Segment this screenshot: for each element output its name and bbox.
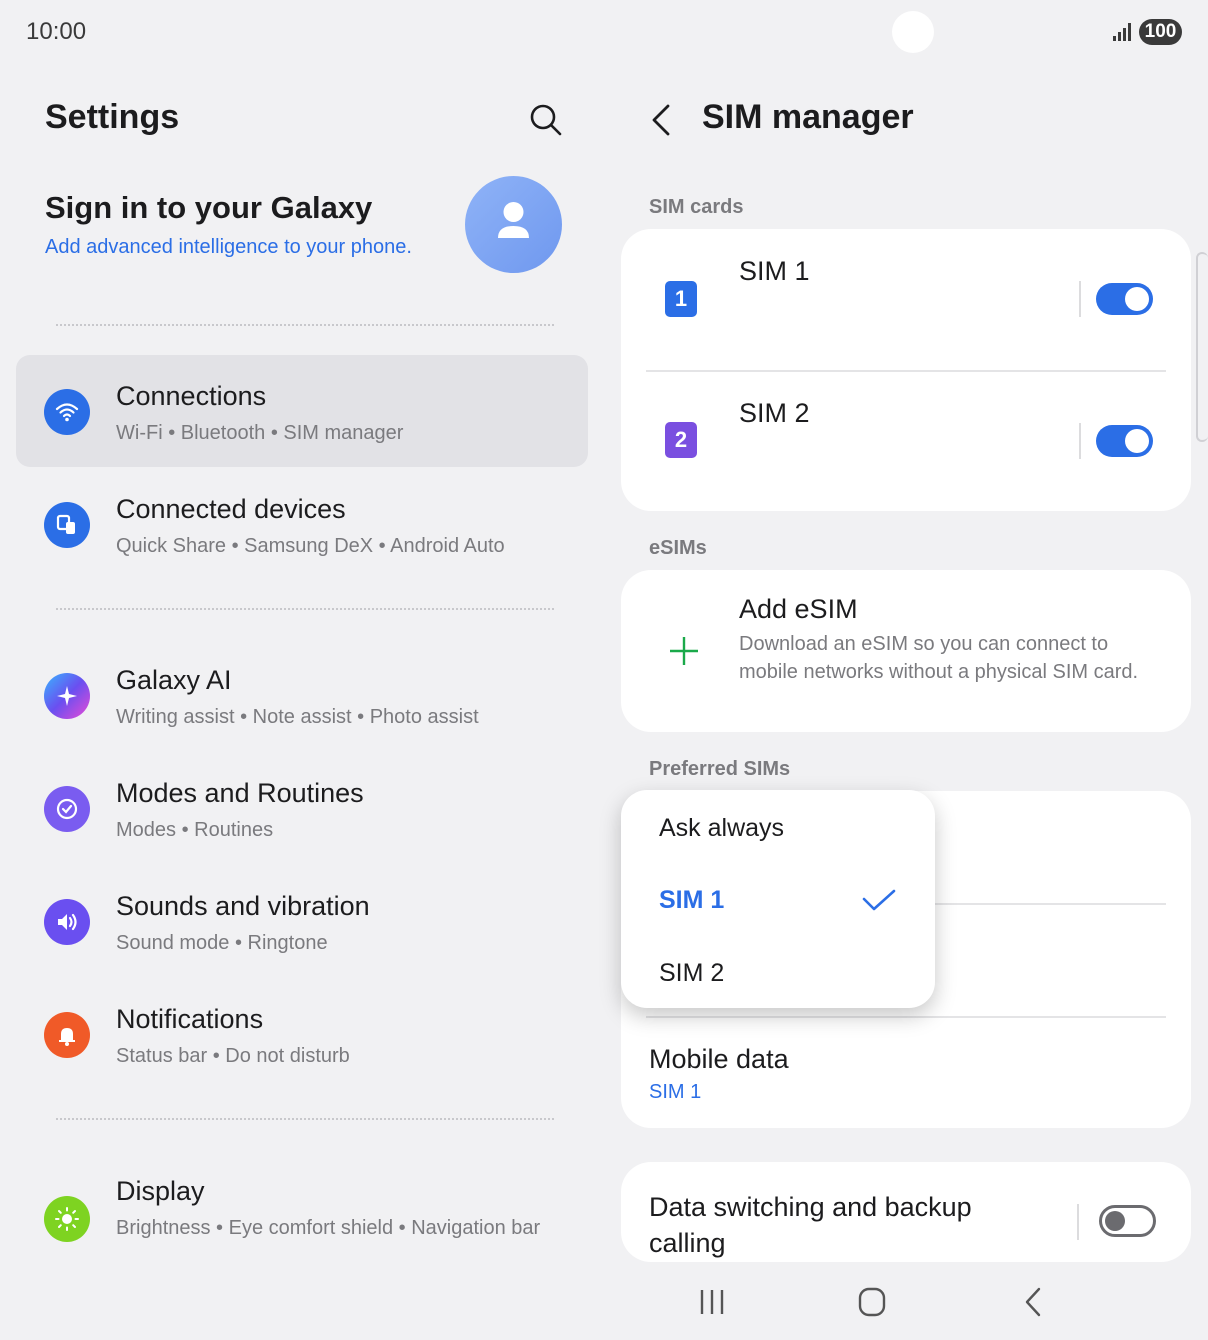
mobile-data-title[interactable]: Mobile data bbox=[649, 1044, 789, 1075]
wifi-icon bbox=[44, 389, 90, 435]
status-time: 10:00 bbox=[26, 18, 87, 45]
scrollbar[interactable] bbox=[1196, 252, 1208, 442]
separator bbox=[1077, 1204, 1079, 1240]
divider bbox=[56, 324, 554, 326]
person-icon bbox=[498, 202, 529, 238]
menu-item-title: Modes and Routines bbox=[116, 778, 364, 808]
check-icon bbox=[862, 889, 896, 911]
separator bbox=[1079, 281, 1081, 317]
mobile-data-value: SIM 1 bbox=[649, 1081, 702, 1103]
section-label-preferred: Preferred SIMs bbox=[649, 758, 791, 780]
add-esim-title: Add eSIM bbox=[739, 594, 858, 624]
menu-item-subtitle: Sound mode • Ringtone bbox=[116, 932, 328, 954]
divider bbox=[646, 1016, 1166, 1018]
routine-icon bbox=[44, 786, 90, 832]
option-sim-1[interactable]: SIM 1 bbox=[659, 886, 724, 915]
page-title: Settings bbox=[45, 98, 180, 136]
menu-item-subtitle: Quick Share • Samsung DeX • Android Auto bbox=[116, 535, 505, 557]
sim-2-icon: 2 bbox=[665, 422, 697, 458]
menu-item-title: Connected devices bbox=[116, 494, 346, 524]
preferred-sim-dropdown: Ask always SIM 1 SIM 2 bbox=[621, 790, 935, 1008]
menu-item-subtitle: Brightness • Eye comfort shield • Naviga… bbox=[116, 1217, 541, 1239]
section-label-sim-cards: SIM cards bbox=[649, 196, 744, 218]
data-switching-title: Data switching and backup calling bbox=[649, 1192, 972, 1258]
bell-icon bbox=[44, 1012, 90, 1058]
account-subtitle[interactable]: Add advanced intelligence to your phone. bbox=[45, 236, 412, 259]
sim-manager-title: SIM manager bbox=[702, 98, 914, 136]
menu-item-connections[interactable]: Connections Wi-Fi • Bluetooth • SIM mana… bbox=[16, 355, 588, 467]
add-esim-description: Download an eSIM so you can connect to m… bbox=[739, 633, 1139, 683]
menu-item-galaxy-ai[interactable]: Galaxy AI Writing assist • Note assist •… bbox=[16, 639, 588, 751]
sun-icon bbox=[44, 1196, 90, 1242]
speaker-icon bbox=[44, 899, 90, 945]
menu-item-title: Notifications bbox=[116, 1004, 264, 1034]
sim-1-icon: 1 bbox=[665, 281, 697, 317]
separator bbox=[1079, 423, 1081, 459]
account-title[interactable]: Sign in to your Galaxy bbox=[45, 190, 372, 226]
divider bbox=[56, 1118, 554, 1120]
devices-icon bbox=[44, 502, 90, 548]
signal-icon bbox=[1113, 23, 1131, 41]
menu-item-subtitle: Wi-Fi • Bluetooth • SIM manager bbox=[116, 422, 404, 444]
menu-item-sounds[interactable]: Sounds and vibration Sound mode • Ringto… bbox=[16, 865, 588, 977]
menu-item-title: Sounds and vibration bbox=[116, 891, 370, 921]
battery-icon: 100 bbox=[1139, 19, 1182, 45]
menu-item-title: Galaxy AI bbox=[116, 665, 232, 695]
menu-item-subtitle: Modes • Routines bbox=[116, 819, 274, 841]
avatar[interactable] bbox=[465, 176, 562, 273]
sparkle-icon bbox=[44, 673, 90, 719]
data-switching-toggle[interactable] bbox=[1099, 1205, 1156, 1237]
sim-2-label[interactable]: SIM 2 bbox=[739, 398, 810, 429]
menu-item-modes-routines[interactable]: Modes and Routines Modes • Routines bbox=[16, 752, 588, 864]
plus-icon bbox=[670, 637, 698, 665]
status-bar: 10:00 100 bbox=[0, 0, 1208, 64]
section-label-esims: eSIMs bbox=[649, 537, 707, 559]
menu-item-display[interactable]: Display Brightness • Eye comfort shield … bbox=[16, 1150, 588, 1274]
camera-cutout bbox=[892, 11, 934, 53]
menu-item-notifications[interactable]: Notifications Status bar • Do not distur… bbox=[16, 978, 588, 1090]
sim-1-toggle[interactable] bbox=[1096, 283, 1153, 315]
sim-1-label[interactable]: SIM 1 bbox=[739, 256, 810, 287]
option-sim-2[interactable]: SIM 2 bbox=[659, 959, 724, 988]
menu-item-subtitle: Status bar • Do not disturb bbox=[116, 1045, 350, 1067]
menu-item-connected-devices[interactable]: Connected devices Quick Share • Samsung … bbox=[16, 468, 588, 580]
back-nav-icon[interactable] bbox=[1013, 1286, 1053, 1318]
menu-item-subtitle: Writing assist • Note assist • Photo ass… bbox=[116, 706, 479, 728]
recent-apps-icon[interactable] bbox=[692, 1286, 732, 1318]
menu-item-title: Connections bbox=[116, 381, 267, 411]
divider bbox=[646, 370, 1166, 372]
option-ask-always[interactable]: Ask always bbox=[659, 814, 784, 843]
menu-item-title: Display bbox=[116, 1176, 205, 1206]
navigation-bar bbox=[0, 1270, 1208, 1340]
home-icon[interactable] bbox=[852, 1286, 892, 1318]
divider bbox=[56, 608, 554, 610]
search-icon[interactable] bbox=[526, 100, 566, 140]
back-icon[interactable] bbox=[646, 100, 678, 140]
sim-2-toggle[interactable] bbox=[1096, 425, 1153, 457]
